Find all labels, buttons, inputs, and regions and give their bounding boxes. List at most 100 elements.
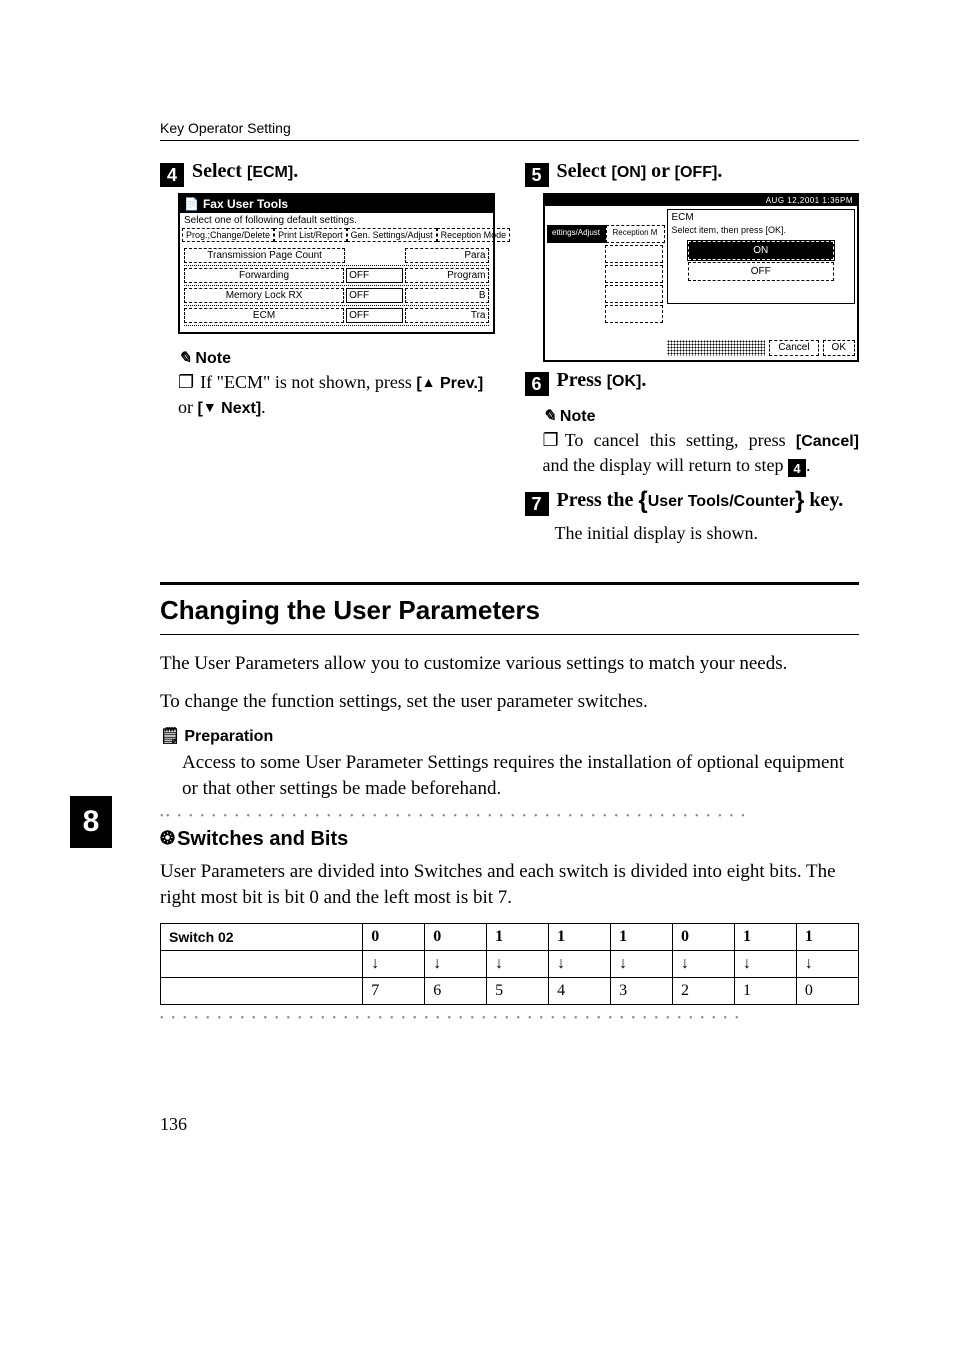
- lcd-on-button: ON: [688, 241, 835, 260]
- step-number-icon: 6: [525, 372, 549, 396]
- dot-divider: ••••••••••••••••••••••••••••••••••••••••…: [160, 811, 859, 822]
- table-row: Switch 02 0 0 1 1 1 0 1 1: [161, 923, 859, 950]
- section-rule: [160, 582, 859, 585]
- step5-off-label: [OFF]: [675, 164, 718, 181]
- note-heading: ✎Note: [178, 348, 495, 368]
- lcd-panel-sub: Select item, then press [OK].: [668, 225, 855, 239]
- pencil-icon: ✎: [178, 350, 191, 367]
- note-text-c: .: [261, 397, 266, 417]
- table-cell: ↓: [611, 950, 673, 977]
- lcd-title: 📄 Fax User Tools: [180, 195, 493, 213]
- lcd-ecm-on-off: AUG 12,2001 1:36PM ettings/Adjust Recept…: [543, 193, 860, 362]
- note-label: Note: [560, 408, 596, 425]
- lcd-cancel-button: Cancel: [769, 340, 818, 356]
- step7-text-b: key.: [804, 489, 843, 511]
- table-cell: 7: [363, 977, 425, 1004]
- lcd-cell: ECM: [184, 308, 344, 323]
- note-text-b: or: [178, 397, 198, 417]
- bullet-icon: ❐: [543, 430, 559, 450]
- step5-text-b: or: [646, 160, 675, 182]
- step6-text-b: .: [641, 369, 646, 391]
- key-close-bracket-icon: }: [795, 487, 804, 514]
- lcd-tabs: Prog.;Change/Delete Print List/Report Ge…: [180, 228, 493, 244]
- table-cell: 1: [611, 923, 673, 950]
- lcd-row: Forwarding OFF Program: [184, 266, 489, 286]
- note6-text-a: To cancel this setting, press: [565, 430, 796, 450]
- prev-button-label: [▲ Prev.]: [416, 375, 483, 392]
- step7-text-a: Press the: [557, 489, 639, 511]
- table-row: ↓ ↓ ↓ ↓ ↓ ↓ ↓ ↓: [161, 950, 859, 977]
- lcd-cell: Tra: [405, 308, 488, 323]
- note-text-a: If "ECM" is not shown, press: [200, 372, 416, 392]
- lcd-row: Transmission Page Count Para: [184, 246, 489, 266]
- bullet-icon: ❐: [178, 372, 194, 392]
- lcd-cell: Transmission Page Count: [184, 248, 345, 263]
- lcd-tab: Gen. Settings/Adjust: [347, 228, 437, 242]
- step4-text-a: Select: [192, 160, 247, 182]
- table-cell: 2: [673, 977, 735, 1004]
- lcd-fax-user-tools: 📄 Fax User Tools Select one of following…: [178, 193, 495, 334]
- subsection-p: User Parameters are divided into Switche…: [160, 859, 859, 910]
- lcd-datebar: AUG 12,2001 1:36PM: [545, 195, 858, 206]
- dot-divider: ••••••••••••••••••••••••••••••••••••••••…: [160, 1013, 859, 1024]
- step7-body: The initial display is shown.: [555, 523, 860, 544]
- table-cell: 1: [734, 977, 796, 1004]
- table-cell: 3: [611, 977, 673, 1004]
- fax-icon: 📄: [184, 197, 199, 211]
- table-cell: ↓: [363, 950, 425, 977]
- next-button-label: [▼ Next]: [198, 400, 262, 417]
- key-open-bracket-icon: {: [638, 487, 647, 514]
- step4-text-b: .: [293, 160, 298, 182]
- lcd-cell: Para: [405, 248, 489, 263]
- step-number-icon: 4: [160, 163, 184, 187]
- table-cell: ↓: [734, 950, 796, 977]
- lcd-spacer: [667, 340, 766, 356]
- lcd-cell: OFF: [346, 288, 403, 303]
- lcd-left-tab: ettings/Adjust: [547, 225, 606, 243]
- table-cell: 1: [549, 923, 611, 950]
- table-cell: 5: [487, 977, 549, 1004]
- lcd-row: Memory Lock RX OFF B: [184, 286, 489, 306]
- note-body: ❐To cancel this setting, press [Cancel] …: [543, 428, 860, 477]
- lcd-left-tab: Reception M: [606, 225, 665, 243]
- table-cell: 1: [796, 923, 858, 950]
- table-cell: [161, 977, 363, 1004]
- lcd-subtitle: Select one of following default settings…: [180, 213, 493, 228]
- head-rule: [160, 140, 859, 141]
- lcd-title-text: Fax User Tools: [203, 197, 288, 211]
- section-p1: The User Parameters allow you to customi…: [160, 651, 859, 677]
- lcd-ok-button: OK: [823, 340, 855, 356]
- table-cell: ↓: [487, 950, 549, 977]
- lcd-dash: [605, 245, 663, 263]
- lcd-cell: OFF: [346, 308, 403, 323]
- step6-ok-label: [OK]: [607, 373, 642, 390]
- lcd-cell: OFF: [346, 268, 403, 283]
- lcd-panel-title: ECM: [668, 210, 855, 225]
- step5-text-a: Select: [557, 160, 612, 182]
- step5-on-label: [ON]: [611, 164, 646, 181]
- switch-table: Switch 02 0 0 1 1 1 0 1 1 ↓ ↓ ↓ ↓ ↓ ↓ ↓ …: [160, 923, 859, 1005]
- note6-text-b: and the display will return to step: [543, 455, 788, 475]
- table-cell: 0: [796, 977, 858, 1004]
- lcd-panel: ECM Select item, then press [OK]. ON OFF: [667, 209, 856, 304]
- preparation-heading: 🗒Preparation: [160, 726, 859, 746]
- step-ref-icon: 4: [788, 459, 806, 477]
- chapter-tab: 8: [70, 796, 112, 848]
- lcd-cell: Program: [405, 268, 488, 283]
- table-cell: 0: [673, 923, 735, 950]
- step4-button-label: [ECM]: [247, 164, 293, 181]
- table-cell: ↓: [549, 950, 611, 977]
- prep-label: Preparation: [184, 728, 273, 745]
- step6-text-a: Press: [557, 369, 607, 391]
- step-7: 7 Press the {User Tools/Counter} key.: [525, 485, 860, 513]
- note-label: Note: [195, 350, 231, 367]
- lcd-off-button: OFF: [688, 262, 835, 281]
- cancel-button-label: [Cancel]: [796, 433, 859, 450]
- preparation-body: Access to some User Parameter Settings r…: [182, 750, 859, 801]
- note-heading: ✎Note: [543, 406, 860, 426]
- step-4: 4 Select [ECM].: [160, 159, 495, 183]
- sub-head-text: Switches and Bits: [177, 828, 348, 850]
- running-head: Key Operator Setting: [160, 120, 859, 136]
- lcd-dash: [605, 265, 663, 283]
- note6-text-c: .: [806, 455, 811, 475]
